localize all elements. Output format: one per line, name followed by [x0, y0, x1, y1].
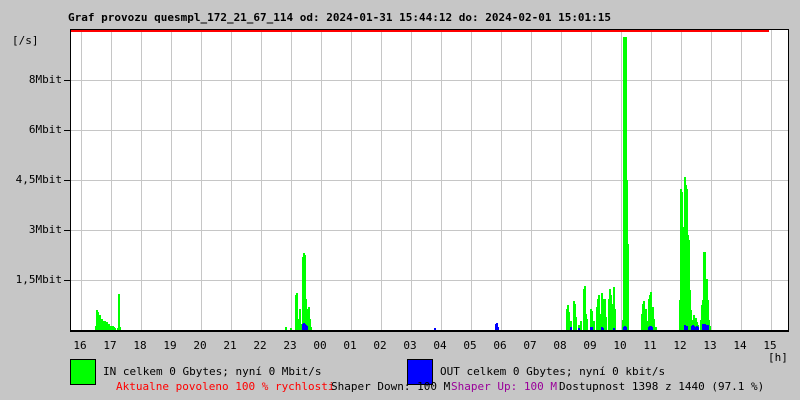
y-tick-mark — [64, 230, 70, 231]
x-tick-label: 13 — [703, 339, 717, 352]
y-tick-label: 8Mbit — [28, 73, 62, 86]
in-legend-swatch — [70, 359, 96, 385]
gridline-horizontal — [71, 180, 788, 181]
out-traffic-bar — [697, 327, 699, 330]
x-tick-label: 01 — [343, 339, 357, 352]
out-traffic-bar — [707, 325, 709, 330]
out-traffic-bar — [625, 327, 627, 330]
in-traffic-bar — [285, 327, 287, 330]
out-traffic-bar — [686, 326, 688, 330]
x-tick-label: 05 — [463, 339, 477, 352]
out-traffic-bar — [602, 328, 604, 330]
y-tick-label: 6Mbit — [28, 123, 62, 136]
y-tick-label: 4,5Mbit — [15, 173, 62, 186]
y-tick-mark — [64, 130, 70, 131]
y-tick-label: 3Mbit — [28, 223, 62, 236]
x-tick-label: 10 — [613, 339, 627, 352]
x-tick-label: 00 — [313, 339, 327, 352]
y-axis-unit-label: [/s] — [12, 34, 39, 47]
x-tick-label: 20 — [193, 339, 207, 352]
x-tick-label: 08 — [553, 339, 567, 352]
in-traffic-bar — [605, 317, 607, 330]
x-tick-label: 07 — [523, 339, 537, 352]
in-traffic-bar — [310, 327, 312, 330]
in-traffic-bar — [580, 321, 582, 330]
y-tick-label: 1,5Mbit — [15, 273, 62, 286]
limit-line — [71, 30, 769, 32]
y-tick-mark — [64, 280, 70, 281]
in-traffic-bar — [114, 328, 116, 330]
traffic-graph-window: Graf provozu quesmpl_172_21_67_114 od: 2… — [0, 0, 800, 400]
in-legend-label: IN celkem 0 Gbytes; nyní 0 Mbit/s — [103, 365, 322, 378]
out-traffic-bar — [613, 328, 615, 330]
x-axis-unit-label: [h] — [768, 351, 788, 364]
status-shaper-down: Shaper Down: 100 M — [331, 380, 451, 393]
chart-title: Graf provozu quesmpl_172_21_67_114 od: 2… — [68, 11, 612, 24]
in-traffic-bar — [118, 294, 120, 330]
out-traffic-bar — [306, 326, 308, 330]
out-traffic-bar — [570, 327, 572, 330]
x-tick-label: 06 — [493, 339, 507, 352]
x-tick-label: 19 — [163, 339, 177, 352]
status-availability: Dostupnost 1398 z 1440 (97.1 %) — [559, 380, 765, 393]
status-allowed-speed: Aktualne povoleno 100 % rychlosti — [116, 380, 335, 393]
in-traffic-bar — [627, 244, 629, 330]
x-tick-label: 22 — [253, 339, 267, 352]
in-traffic-bar — [575, 317, 577, 330]
x-tick-label: 21 — [223, 339, 237, 352]
out-traffic-bar — [591, 327, 593, 330]
x-tick-label: 17 — [103, 339, 117, 352]
x-tick-label: 11 — [643, 339, 657, 352]
in-traffic-bar — [655, 327, 657, 330]
out-traffic-bar — [497, 327, 499, 330]
in-traffic-bar — [709, 326, 711, 330]
in-traffic-bar — [614, 309, 616, 330]
x-tick-label: 09 — [583, 339, 597, 352]
in-traffic-bar — [586, 319, 588, 330]
out-traffic-bar — [434, 328, 436, 330]
gridline-horizontal — [71, 130, 788, 131]
x-tick-label: 12 — [673, 339, 687, 352]
x-tick-label: 03 — [403, 339, 417, 352]
y-tick-mark — [64, 180, 70, 181]
in-traffic-bar — [290, 328, 292, 330]
x-tick-label: 02 — [373, 339, 387, 352]
y-tick-mark — [64, 80, 70, 81]
in-traffic-bar — [119, 327, 121, 330]
x-tick-label: 23 — [283, 339, 297, 352]
gridline-horizontal — [71, 80, 788, 81]
status-shaper-up: Shaper Up: 100 M — [451, 380, 557, 393]
x-tick-label: 16 — [73, 339, 87, 352]
x-tick-label: 14 — [733, 339, 747, 352]
plot-area — [70, 29, 789, 332]
x-tick-label: 04 — [433, 339, 447, 352]
out-traffic-bar — [578, 328, 580, 330]
out-traffic-bar — [651, 327, 653, 330]
x-tick-label: 18 — [133, 339, 147, 352]
in-traffic-bar — [593, 321, 595, 330]
out-legend-label: OUT celkem 0 Gbytes; nyní 0 kbit/s — [440, 365, 666, 378]
